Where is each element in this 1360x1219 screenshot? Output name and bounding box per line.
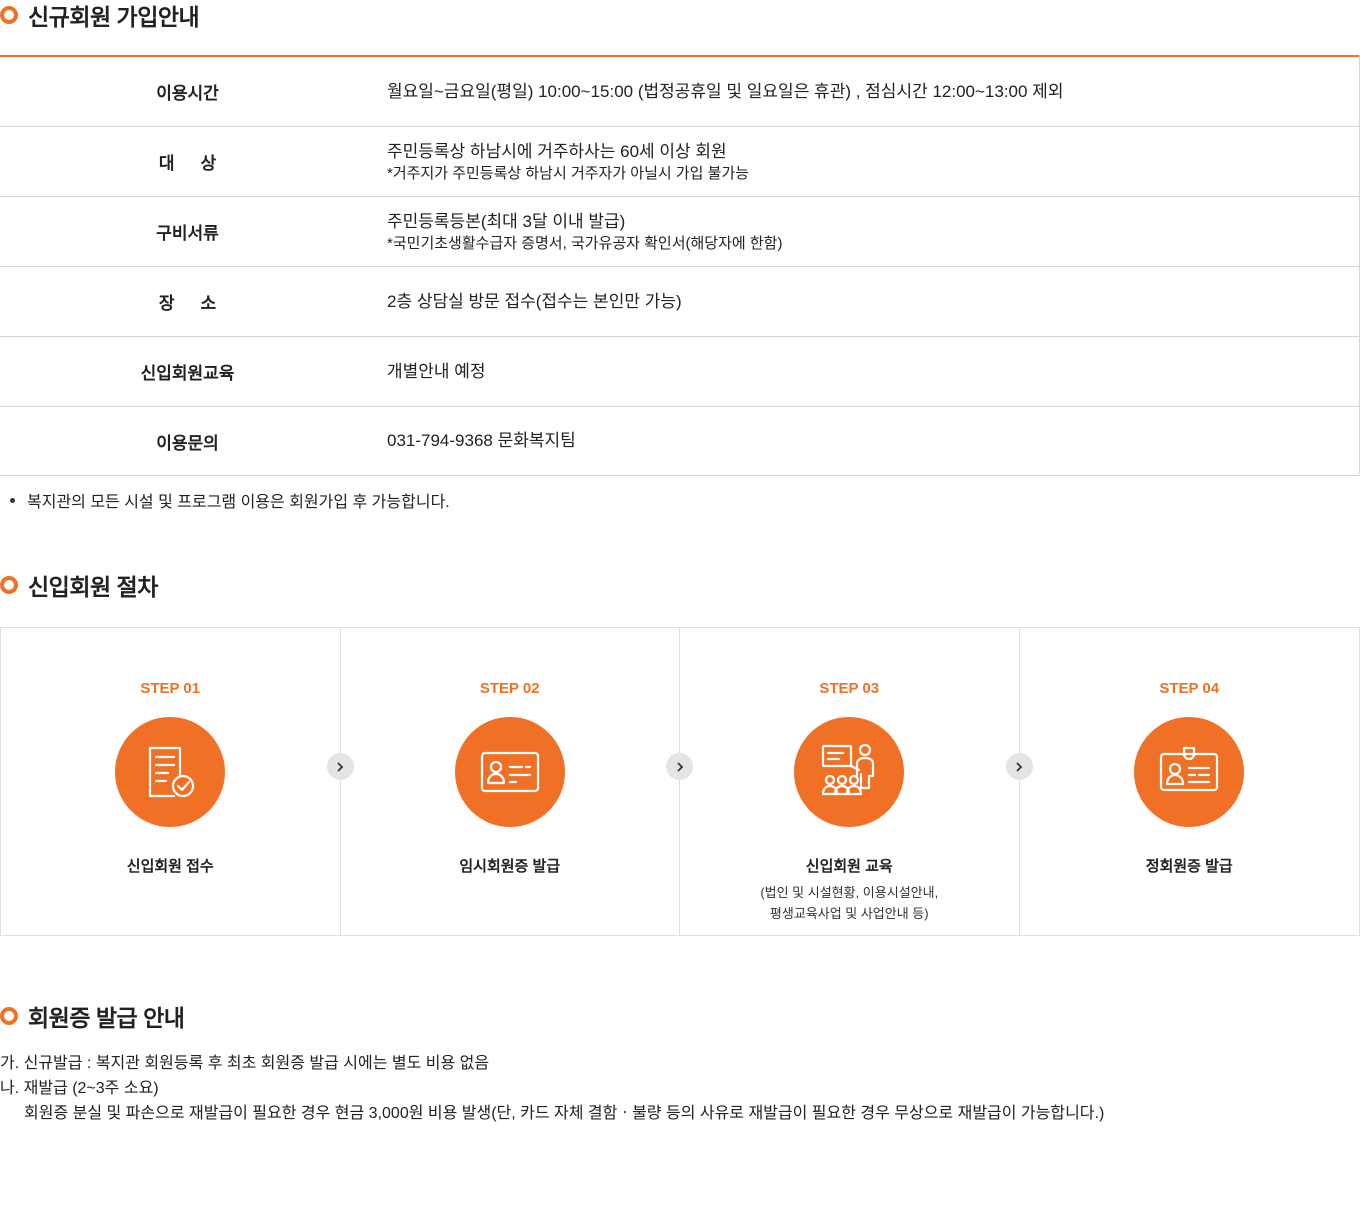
row-value-text: 월요일~금요일(평일) 10:00~15:00 (법정공휴일 및 일요일은 휴관… <box>387 81 1064 101</box>
row-header: 구비서류 <box>156 224 219 243</box>
row-value-text: 주민등록등본(최대 3달 이내 발급) <box>387 211 626 231</box>
row-value: 주민등록등본(최대 3달 이내 발급) *국민기초생활수급자 증명서, 국가유공… <box>375 210 1360 254</box>
table-row: 이용시간 월요일~금요일(평일) 10:00~15:00 (법정공휴일 및 일요… <box>0 57 1360 127</box>
step-item: STEP 04 정회원증 발급 <box>1020 628 1360 935</box>
document-check-icon <box>115 717 226 827</box>
card-info-line: 가. 신규발급 : 복지관 회원등록 후 최초 회원증 발급 시에는 별도 비용… <box>0 1055 490 1072</box>
note-text: 복지관의 모든 시설 및 프로그램 이용은 회원가입 후 가능합니다. <box>27 494 450 511</box>
table-row: 대상 주민등록상 하남시에 거주하사는 60세 이상 회원 *거주지가 주민등록… <box>0 127 1360 197</box>
step-name: 신입회원 접수 <box>126 858 214 875</box>
row-header: 신입회원교육 <box>140 364 235 383</box>
step-label: STEP 02 <box>479 680 540 697</box>
step-description-line: 평생교육사업 및 사업안내 등) <box>769 906 929 921</box>
table-row: 구비서류 주민등록등본(최대 3달 이내 발급) *국민기초생활수급자 증명서,… <box>0 197 1360 267</box>
row-value: 031-794-9368 문화복지팀 <box>375 429 1360 453</box>
step-label: STEP 01 <box>140 680 201 697</box>
table-row: 신입회원교육 개별안내 예정 <box>0 337 1360 407</box>
section-title-procedure: 신입회원 절차 <box>0 570 158 600</box>
row-value-text: 2층 상담실 방문 접수(접수는 본인만 가능) <box>387 291 682 311</box>
row-header: 이용문의 <box>156 433 219 453</box>
step-item: STEP 01 신입회원 접수 <box>1 628 354 935</box>
row-header: 이용시간 <box>156 84 219 103</box>
table-row: 이용문의 031-794-9368 문화복지팀 <box>0 407 1360 476</box>
id-card-icon <box>454 717 565 827</box>
step-name: 정회원증 발급 <box>1145 858 1233 875</box>
circle-bullet-icon <box>0 1007 18 1025</box>
step-label: STEP 03 <box>819 680 880 697</box>
presentation-icon <box>794 717 905 827</box>
row-value-text: 주민등록상 하남시에 거주하사는 60세 이상 회원 <box>387 141 727 161</box>
chevron-right-icon <box>326 753 354 780</box>
procedure-steps: STEP 01 신입회원 접수 STEP 02 임시회원증 발급 STEP 03… <box>0 627 1360 936</box>
card-info-line: 나. 재발급 (2~3주 소요) <box>0 1080 159 1097</box>
section-heading: 신규회원 가입안내 <box>28 4 200 30</box>
bullet-dot-icon <box>10 497 15 503</box>
row-value: 월요일~금요일(평일) 10:00~15:00 (법정공휴일 및 일요일은 휴관… <box>375 80 1360 104</box>
row-value-note: *국민기초생활수급자 증명서, 국가유공자 확인서(해당자에 한함) <box>387 234 783 252</box>
table-row: 장소 2층 상담실 방문 접수(접수는 본인만 가능) <box>0 267 1360 337</box>
section-heading: 회원증 발급 안내 <box>28 1005 185 1031</box>
circle-bullet-icon <box>0 576 18 594</box>
step-name: 신입회원 교육 <box>805 858 893 875</box>
row-header: 장소 <box>158 294 243 313</box>
row-header: 대상 <box>158 154 243 173</box>
card-info: 가. 신규발급 : 복지관 회원등록 후 최초 회원증 발급 시에는 별도 비용… <box>0 1051 1104 1126</box>
step-item: STEP 02 임시회원증 발급 <box>341 628 693 935</box>
row-value-text: 개별안내 예정 <box>387 361 486 381</box>
signup-info-table: 이용시간 월요일~금요일(평일) 10:00~15:00 (법정공휴일 및 일요… <box>0 55 1360 476</box>
row-value: 개별안내 예정 <box>375 360 1360 384</box>
row-value: 2층 상담실 방문 접수(접수는 본인만 가능) <box>375 290 1360 314</box>
section-title-signup: 신규회원 가입안내 <box>0 0 200 30</box>
card-info-line: 회원증 분실 및 파손으로 재발급이 필요한 경우 현금 3,000원 비용 발… <box>24 1105 1105 1122</box>
section-heading: 신입회원 절차 <box>28 574 158 600</box>
circle-bullet-icon <box>0 6 18 24</box>
chevron-right-icon <box>1005 753 1033 780</box>
step-description-line: (법인 및 시설현황, 이용시설안내, <box>760 885 939 900</box>
step-item: STEP 03 신입회원 교육 (법인 및 시설현황, 이용시설안내, 평생교육… <box>680 628 1033 935</box>
row-value: 주민등록상 하남시에 거주하사는 60세 이상 회원 *거주지가 주민등록상 하… <box>375 140 1360 184</box>
row-value-note: *거주지가 주민등록상 하남시 거주자가 아닐시 가입 불가능 <box>387 164 750 182</box>
step-name: 임시회원증 발급 <box>459 858 561 875</box>
step-label: STEP 04 <box>1159 680 1220 697</box>
badge-card-icon <box>1134 717 1245 827</box>
step-description: (법인 및 시설현황, 이용시설안내, 평생교육사업 및 사업안내 등) <box>680 882 1019 924</box>
row-value-text: 031-794-9368 문화복지팀 <box>387 431 576 450</box>
chevron-right-icon <box>666 753 693 780</box>
signup-note: 복지관의 모든 시설 및 프로그램 이용은 회원가입 후 가능합니다. <box>10 488 450 512</box>
section-title-card: 회원증 발급 안내 <box>0 1001 185 1031</box>
